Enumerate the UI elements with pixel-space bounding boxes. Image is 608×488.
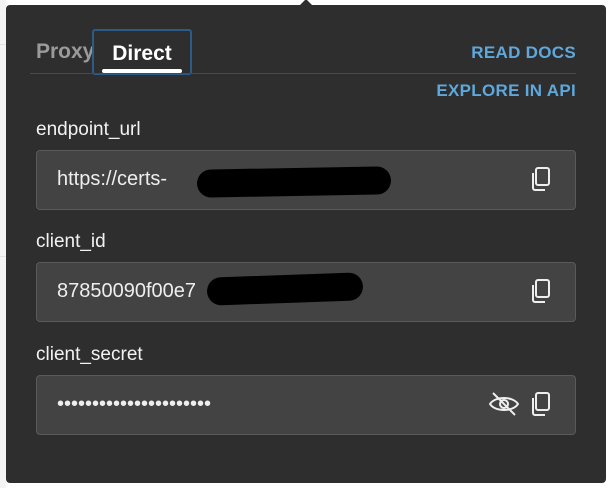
client-secret-value: ••••••••••••••••••••••	[57, 393, 212, 415]
endpoint-url-field[interactable]: https://certs-	[36, 150, 576, 210]
tab-divider	[30, 73, 576, 74]
explore-in-api-link[interactable]: EXPLORE IN API	[436, 81, 576, 101]
eye-slash-icon[interactable]	[487, 390, 521, 418]
copy-icon[interactable]	[527, 277, 555, 305]
client-secret-label: client_secret	[36, 344, 143, 365]
read-docs-link[interactable]: READ DOCS	[471, 43, 576, 63]
copy-icon[interactable]	[527, 390, 555, 418]
redaction-mark	[206, 272, 364, 306]
endpoint-url-label: endpoint_url	[36, 119, 141, 140]
tab-proxy[interactable]: Proxy	[36, 29, 94, 75]
client-id-field[interactable]: 87850090f00e7	[36, 262, 576, 322]
popover-caret	[295, 0, 317, 10]
credentials-popover: Proxy Direct READ DOCS EXPLORE IN API en…	[6, 0, 606, 483]
client-secret-field[interactable]: ••••••••••••••••••••••	[36, 375, 576, 435]
endpoint-url-value: https://certs-	[57, 168, 168, 190]
redaction-mark	[196, 166, 392, 198]
client-id-value: 87850090f00e7	[57, 280, 197, 302]
client-id-label: client_id	[36, 231, 106, 252]
copy-icon[interactable]	[527, 165, 555, 193]
